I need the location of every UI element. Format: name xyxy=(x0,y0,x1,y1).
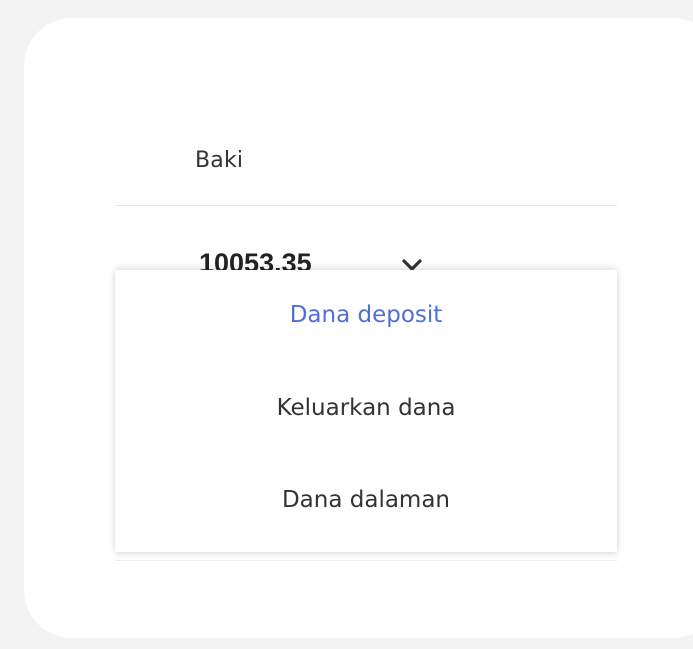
balance-label: Baki xyxy=(195,148,244,173)
balance-value: 10053.35 xyxy=(199,248,312,270)
chevron-down-icon[interactable] xyxy=(401,258,423,270)
menu-item-withdraw[interactable]: Keluarkan dana xyxy=(115,395,617,421)
balance-dropdown-menu: Dana deposit Keluarkan dana Dana dalaman xyxy=(115,270,617,552)
menu-item-internal-transfer[interactable]: Dana dalaman xyxy=(115,487,617,513)
balance-selector[interactable]: 10053.35 xyxy=(115,206,617,270)
footer-divider xyxy=(115,560,617,561)
menu-item-deposit[interactable]: Dana deposit xyxy=(115,302,617,328)
